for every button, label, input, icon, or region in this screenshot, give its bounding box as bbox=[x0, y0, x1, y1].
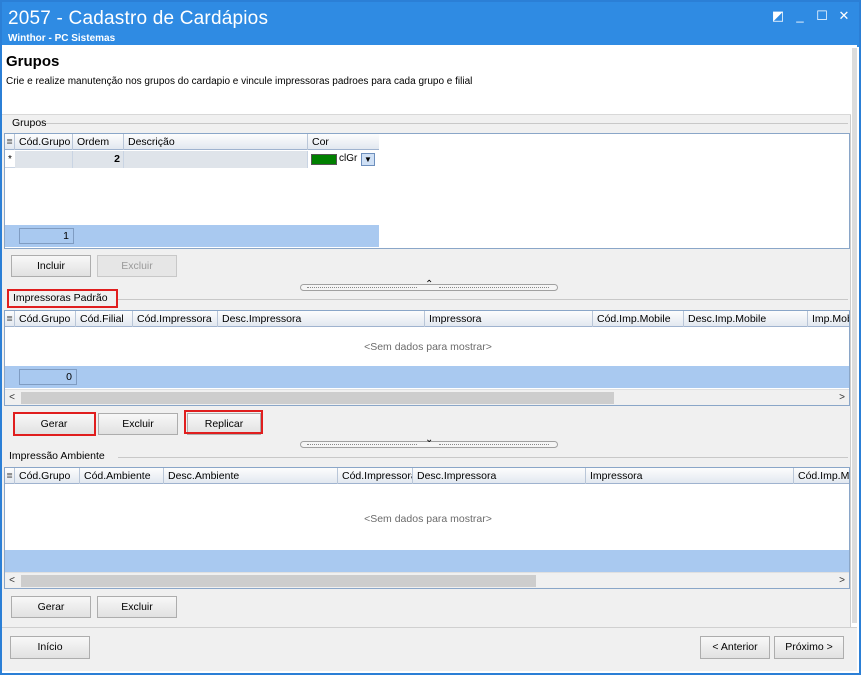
collapse-up-icon[interactable]: ⌃ bbox=[425, 279, 433, 290]
splitter-top[interactable]: ⌃ bbox=[300, 279, 558, 291]
ambiente-hscroll[interactable]: < > bbox=[5, 572, 849, 588]
new-row-indicator: * bbox=[8, 154, 12, 165]
column-cod-impressora[interactable]: Cód.Impressora bbox=[133, 311, 218, 327]
column-cod-imp-mobile[interactable]: Cód.Imp.M bbox=[794, 468, 849, 484]
scroll-thumb[interactable] bbox=[21, 392, 614, 404]
column-imp-mobile[interactable]: Imp.Mob bbox=[808, 311, 849, 327]
color-swatch bbox=[311, 154, 337, 165]
anterior-button[interactable]: < Anterior bbox=[700, 636, 770, 659]
column-chooser-icon[interactable]: ≣ bbox=[5, 468, 15, 484]
minimize-icon[interactable]: _ bbox=[790, 7, 810, 25]
vertical-scroll-thumb[interactable] bbox=[852, 48, 857, 623]
maximize-icon[interactable]: ☐ bbox=[812, 7, 832, 25]
gerar-highlight bbox=[13, 412, 96, 436]
column-descricao[interactable]: Descrição bbox=[124, 134, 308, 150]
grupos-grid-header: ≣ Cód.Grupo Ordem Descrição Cor bbox=[5, 134, 379, 150]
grupos-label: Grupos bbox=[12, 117, 47, 129]
ambiente-grid[interactable]: ≣ Cód.Grupo Cód.Ambiente Desc.Ambiente C… bbox=[4, 467, 850, 589]
impressoras-label-highlight bbox=[7, 289, 118, 308]
impressoras-count: 0 bbox=[19, 369, 77, 385]
ambiente-empty-message: <Sem dados para mostrar> bbox=[364, 513, 492, 525]
window-title: 2057 - Cadastro de Cardápios bbox=[8, 8, 269, 29]
color-dropdown-icon[interactable]: ▼ bbox=[361, 153, 375, 166]
scroll-thumb[interactable] bbox=[21, 575, 536, 587]
impressoras-grid-header: ≣ Cód.Grupo Cód.Filial Cód.Impressora De… bbox=[5, 311, 849, 327]
excluir-grupo-button[interactable]: Excluir bbox=[97, 255, 177, 277]
column-ordem[interactable]: Ordem bbox=[73, 134, 124, 150]
grupos-divider bbox=[42, 123, 848, 124]
cell-cor[interactable]: clGr ▼ bbox=[308, 151, 379, 168]
ambiente-label: Impressão Ambiente bbox=[9, 450, 105, 462]
column-desc-impressora[interactable]: Desc.Impressora bbox=[218, 311, 425, 327]
excluir-ambiente-button[interactable]: Excluir bbox=[97, 596, 177, 618]
column-cod-filial[interactable]: Cód.Filial bbox=[76, 311, 133, 327]
column-desc-ambiente[interactable]: Desc.Ambiente bbox=[164, 468, 338, 484]
impressoras-hscroll[interactable]: < > bbox=[5, 389, 849, 405]
column-desc-impressora[interactable]: Desc.Impressora bbox=[413, 468, 586, 484]
column-cod-ambiente[interactable]: Cód.Ambiente bbox=[80, 468, 164, 484]
scroll-left-icon[interactable]: < bbox=[5, 573, 19, 588]
restore-icon[interactable]: ◩ bbox=[768, 7, 788, 25]
column-desc-imp-mobile[interactable]: Desc.Imp.Mobile bbox=[684, 311, 808, 327]
column-cod-grupo[interactable]: Cód.Grupo bbox=[15, 134, 73, 150]
impressoras-empty-message: <Sem dados para mostrar> bbox=[364, 341, 492, 353]
column-chooser-icon[interactable]: ≣ bbox=[5, 134, 15, 150]
cell-ordem[interactable]: 2 bbox=[73, 151, 124, 168]
window-subtitle: Winthor - PC Sistemas bbox=[8, 33, 116, 44]
scroll-left-icon[interactable]: < bbox=[5, 390, 19, 405]
page-title: Grupos bbox=[6, 53, 60, 70]
incluir-button[interactable]: Incluir bbox=[11, 255, 91, 277]
inicio-button[interactable]: Início bbox=[10, 636, 90, 659]
column-cod-impressora[interactable]: Cód.Impressora bbox=[338, 468, 413, 484]
cell-cod-grupo[interactable] bbox=[15, 151, 73, 168]
replicar-highlight bbox=[184, 410, 263, 434]
gerar-ambiente-button[interactable]: Gerar bbox=[11, 596, 91, 618]
proximo-button[interactable]: Próximo > bbox=[774, 636, 844, 659]
column-cod-imp-mobile[interactable]: Cód.Imp.Mobile bbox=[593, 311, 684, 327]
navigation-bar: Início < Anterior Próximo > bbox=[2, 627, 857, 671]
ambiente-grid-footer bbox=[5, 550, 849, 572]
grupos-count: 1 bbox=[19, 228, 74, 244]
grupos-new-row[interactable]: * 2 clGr ▼ bbox=[5, 151, 379, 168]
grupos-grid[interactable]: ≣ Cód.Grupo Ordem Descrição Cor * 2 clGr… bbox=[4, 133, 850, 249]
column-chooser-icon[interactable]: ≣ bbox=[5, 311, 15, 327]
ambiente-grid-header: ≣ Cód.Grupo Cód.Ambiente Desc.Ambiente C… bbox=[5, 468, 849, 484]
header-panel: Grupos Crie e realize manutenção nos gru… bbox=[2, 45, 851, 115]
column-impressora[interactable]: Impressora bbox=[425, 311, 593, 327]
collapse-down-icon[interactable]: ⌄ bbox=[425, 434, 433, 445]
impressoras-grid[interactable]: ≣ Cód.Grupo Cód.Filial Cód.Impressora De… bbox=[4, 310, 850, 406]
main-content: Grupos Crie e realize manutenção nos gru… bbox=[2, 45, 851, 627]
scroll-right-icon[interactable]: > bbox=[835, 573, 849, 588]
column-cor[interactable]: Cor bbox=[308, 134, 379, 150]
cell-ordem-value: 2 bbox=[114, 153, 120, 165]
column-cod-grupo[interactable]: Cód.Grupo bbox=[15, 311, 76, 327]
scroll-right-icon[interactable]: > bbox=[835, 390, 849, 405]
title-bar[interactable]: 2057 - Cadastro de Cardápios Winthor - P… bbox=[2, 2, 859, 47]
impressoras-grid-footer bbox=[5, 366, 849, 388]
cell-descricao[interactable] bbox=[124, 151, 308, 168]
page-description: Crie e realize manutenção nos grupos do … bbox=[6, 76, 473, 87]
impressoras-divider bbox=[118, 299, 848, 300]
color-name: clGr bbox=[339, 153, 358, 164]
excluir-impressora-button[interactable]: Excluir bbox=[98, 413, 178, 435]
column-cod-grupo[interactable]: Cód.Grupo bbox=[15, 468, 80, 484]
column-impressora[interactable]: Impressora bbox=[586, 468, 794, 484]
ambiente-divider bbox=[118, 457, 848, 458]
splitter-bottom[interactable]: ⌄ bbox=[300, 434, 558, 448]
close-icon[interactable]: ✕ bbox=[834, 7, 854, 25]
